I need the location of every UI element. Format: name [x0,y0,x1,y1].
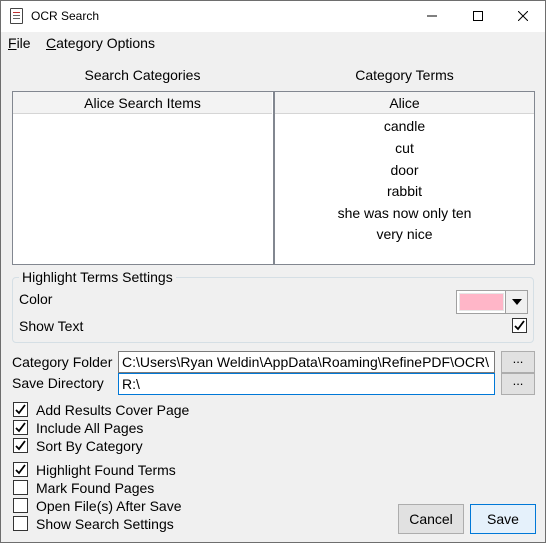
terms-list[interactable]: Alice candle cut door rabbit she was now… [274,91,535,265]
terms-list-header[interactable]: Alice [275,92,534,114]
open-files-checkbox[interactable] [13,498,28,513]
categories-list[interactable]: Alice Search Items [12,91,274,265]
list-item[interactable]: rabbit [275,183,534,199]
category-folder-input[interactable]: C:\Users\Ryan Weldin\AppData\Roaming\Ref… [118,351,495,373]
category-terms-title: Category Terms [355,67,454,83]
save-directory-browse-button[interactable]: ... [501,373,535,395]
sort-by-category-checkbox[interactable] [13,438,28,453]
list-item[interactable]: candle [275,118,534,134]
checkmark-icon [15,404,26,415]
category-folder-browse-button[interactable]: ... [501,351,535,373]
maximize-icon [473,11,483,21]
sort-by-category-label[interactable]: Sort By Category [36,438,143,454]
highlight-settings-title: Highlight Terms Settings [19,269,176,285]
list-item[interactable]: cut [275,140,534,156]
document-icon [10,8,23,24]
open-files-label[interactable]: Open File(s) After Save [36,498,182,514]
color-picker[interactable] [456,290,528,314]
main-panel: Search Categories Category Terms Alice S… [1,54,545,542]
highlight-terms-label[interactable]: Highlight Found Terms [36,462,176,478]
show-text-label: Show Text [19,318,84,334]
show-search-settings-label[interactable]: Show Search Settings [36,516,174,532]
checkmark-icon [15,464,26,475]
save-button[interactable]: Save [470,504,536,534]
show-search-settings-checkbox[interactable] [13,516,28,531]
save-directory-input[interactable]: R:\ [118,373,495,395]
color-dropdown-button[interactable] [505,291,527,313]
menu-bar: File Category Options [1,32,545,54]
show-text-checkbox[interactable] [512,318,527,333]
list-item[interactable]: very nice [275,226,534,242]
category-folder-label: Category Folder [12,354,113,370]
checkmark-icon [15,422,26,433]
ocr-search-window: OCR Search File Category Options Search … [0,0,546,543]
list-item[interactable]: she was now only ten [275,205,534,221]
menu-file[interactable]: File [8,35,31,51]
checkmark-icon [514,320,525,331]
save-directory-label: Save Directory [12,375,104,391]
cover-page-checkbox[interactable] [13,402,28,417]
maximize-button[interactable] [455,1,501,31]
window-title: OCR Search [31,9,100,23]
mark-pages-label[interactable]: Mark Found Pages [36,480,154,496]
close-icon [518,11,528,21]
search-categories-title: Search Categories [84,67,201,83]
cover-page-label[interactable]: Add Results Cover Page [36,402,189,418]
mark-pages-checkbox[interactable] [13,480,28,495]
color-label: Color [19,291,53,307]
title-bar[interactable]: OCR Search [1,1,545,31]
minimize-icon [427,15,437,17]
menu-category-options[interactable]: Category Options [46,35,155,51]
include-all-pages-label[interactable]: Include All Pages [36,420,143,436]
cancel-button[interactable]: Cancel [398,504,464,534]
close-button[interactable] [500,1,546,31]
include-all-pages-checkbox[interactable] [13,420,28,435]
chevron-down-icon [511,299,522,305]
highlight-terms-checkbox[interactable] [13,462,28,477]
checkmark-icon [15,440,26,451]
list-item[interactable]: door [275,162,534,178]
minimize-button[interactable] [409,1,455,31]
color-swatch [459,293,504,311]
categories-list-header[interactable]: Alice Search Items [13,92,272,114]
